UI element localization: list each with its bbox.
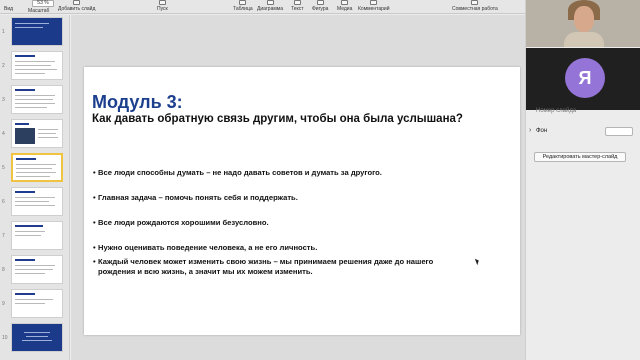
participant-video-presenter[interactable] bbox=[526, 0, 640, 47]
slide-subtitle[interactable]: Как давать обратную связь другим, чтобы … bbox=[92, 113, 463, 125]
bullet-dot: • bbox=[93, 168, 96, 177]
slide-number: 8 bbox=[2, 267, 5, 273]
slide-thumbnail-1[interactable] bbox=[11, 17, 63, 46]
slide-number: 7 bbox=[2, 233, 5, 239]
toolbar-media-button[interactable]: Медиа bbox=[337, 0, 352, 12]
slide-thumbnail-8[interactable] bbox=[11, 255, 63, 284]
media-icon bbox=[341, 0, 349, 5]
bullet-item[interactable]: • Нужно оценивать поведение человека, а н… bbox=[93, 243, 418, 253]
bullet-dot: • bbox=[93, 257, 96, 266]
slide-number-label: Номер слайда bbox=[536, 108, 577, 114]
slide-thumbnail-5-active[interactable] bbox=[11, 153, 63, 182]
toolbar-add-slide-button[interactable]: Добавить слайд bbox=[58, 0, 95, 12]
toolbar-view-button[interactable]: Вид bbox=[4, 1, 13, 12]
text-icon bbox=[293, 0, 301, 5]
slide-number: 5 bbox=[2, 165, 5, 171]
shape-icon bbox=[316, 0, 324, 5]
toolbar-play-button[interactable]: Пуск bbox=[157, 0, 168, 12]
background-color-swatch[interactable] bbox=[605, 127, 633, 136]
slide-number: 2 bbox=[2, 63, 5, 69]
slide-canvas: Модуль 3: Как давать обратную связь друг… bbox=[71, 15, 525, 360]
collaboration-icon bbox=[471, 0, 479, 5]
table-icon bbox=[239, 0, 247, 5]
slide-number: 4 bbox=[2, 131, 5, 137]
keynote-window: 53 % Вид Масштаб Добавить слайд Пуск Таб… bbox=[0, 0, 640, 360]
slide-thumbnail-2[interactable] bbox=[11, 51, 63, 80]
slide-thumbnail-10[interactable] bbox=[11, 323, 63, 352]
chart-icon bbox=[266, 0, 274, 5]
bullet-item[interactable]: • Все люди рождаются хорошими безусловно. bbox=[93, 218, 418, 228]
participant-video-avatar[interactable]: Я bbox=[526, 48, 640, 110]
person-body bbox=[564, 32, 604, 47]
inspector-panel: Я Номер слайда › Фон Редактировать масте… bbox=[525, 0, 640, 360]
slide-number: 1 bbox=[2, 29, 5, 35]
slide-thumbnail-3[interactable] bbox=[11, 85, 63, 114]
bullet-item[interactable]: • Каждый человек может изменить свою жизн… bbox=[93, 257, 468, 277]
toolbar-text-button[interactable]: Текст bbox=[291, 0, 304, 12]
slide-number: 9 bbox=[2, 301, 5, 307]
bullet-dot: • bbox=[93, 193, 96, 202]
bullet-dot: • bbox=[93, 243, 96, 252]
slide-thumbnail-6[interactable] bbox=[11, 187, 63, 216]
slide-thumbnail-9[interactable] bbox=[11, 289, 63, 318]
toolbar-collaboration-button[interactable]: Совместная работа bbox=[452, 0, 498, 12]
toolbar-table-button[interactable]: Таблица bbox=[233, 0, 253, 12]
comment-icon bbox=[370, 0, 378, 5]
bullet-item[interactable]: • Главная задача – помочь понять себя и п… bbox=[93, 193, 418, 203]
slide-number: 10 bbox=[2, 335, 8, 341]
slide-title[interactable]: Модуль 3: bbox=[92, 92, 183, 113]
toolbar-shape-button[interactable]: Фигура bbox=[312, 0, 328, 12]
current-slide[interactable]: Модуль 3: Как давать обратную связь друг… bbox=[84, 67, 520, 335]
slide-number: 3 bbox=[2, 97, 5, 103]
participant-avatar: Я bbox=[565, 58, 605, 98]
slide-navigator: 1 2 3 4 5 6 7 8 9 10 bbox=[0, 15, 70, 360]
chevron-right-icon[interactable]: › bbox=[529, 127, 531, 134]
toolbar-chart-button[interactable]: Диаграмма bbox=[257, 0, 283, 12]
zoom-select[interactable]: 53 % bbox=[32, 0, 54, 7]
edit-master-slide-button[interactable]: Редактировать мастер-слайд bbox=[534, 152, 626, 162]
toolbar-comment-button[interactable]: Комментарий bbox=[358, 0, 390, 12]
bullet-item[interactable]: • Все люди способны думать – не надо дава… bbox=[93, 168, 418, 178]
bullet-dot: • bbox=[93, 218, 96, 227]
toolbar-zoom-button[interactable]: Масштаб bbox=[28, 8, 49, 14]
add-slide-icon bbox=[73, 0, 81, 5]
play-icon bbox=[158, 0, 166, 5]
slide-thumbnail-4[interactable] bbox=[11, 119, 63, 148]
person-face bbox=[574, 6, 594, 32]
toolbar: 53 % Вид Масштаб Добавить слайд Пуск Таб… bbox=[0, 0, 525, 14]
slide-number: 6 bbox=[2, 199, 5, 205]
background-label: Фон bbox=[536, 128, 548, 134]
slide-thumbnail-7[interactable] bbox=[11, 221, 63, 250]
